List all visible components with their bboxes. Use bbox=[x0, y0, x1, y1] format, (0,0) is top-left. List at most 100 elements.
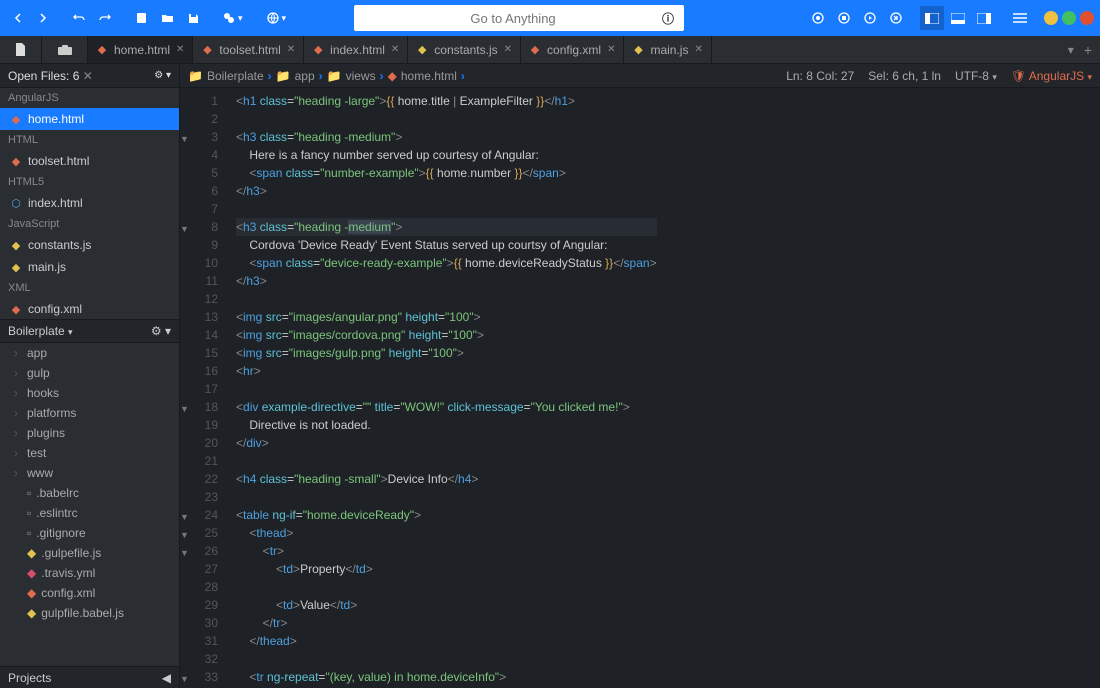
stop-button[interactable] bbox=[832, 6, 856, 30]
code-line[interactable]: Cordova 'Device Ready' Event Status serv… bbox=[236, 236, 657, 254]
back-button[interactable] bbox=[6, 6, 30, 30]
fold-icon[interactable]: ▼ bbox=[180, 670, 189, 688]
project-item-gulp[interactable]: ›gulp bbox=[0, 363, 179, 383]
project-item-.travis.yml[interactable]: ◆.travis.yml bbox=[0, 563, 179, 583]
code-line[interactable]: </tr> bbox=[236, 614, 657, 632]
project-item-www[interactable]: ›www bbox=[0, 463, 179, 483]
code-line[interactable]: <span class="number-example">{{ home.num… bbox=[236, 164, 657, 182]
code-line[interactable]: <table ng-if="home.deviceReady"> bbox=[236, 506, 657, 524]
code-line[interactable] bbox=[236, 200, 657, 218]
code-line[interactable]: <img src="images/gulp.png" height="100"> bbox=[236, 344, 657, 362]
status-language[interactable]: 🛡 AngularJS ▾ bbox=[1011, 69, 1092, 83]
close-icon[interactable]: ✕ bbox=[287, 44, 295, 55]
panel-bottom-button[interactable] bbox=[946, 6, 970, 30]
tab-config.xml[interactable]: ◆config.xml✕ bbox=[521, 36, 624, 63]
tab-toolset.html[interactable]: ◆toolset.html✕ bbox=[193, 36, 304, 63]
close-icon[interactable]: ✕ bbox=[504, 44, 512, 55]
code-line[interactable]: </h3> bbox=[236, 272, 657, 290]
breadcrumb-item[interactable]: 📁 views bbox=[327, 69, 376, 83]
code-line[interactable] bbox=[236, 650, 657, 668]
code-line[interactable]: <div example-directive="" title="WOW!" c… bbox=[236, 398, 657, 416]
panel-left-button[interactable] bbox=[920, 6, 944, 30]
sidebar-item-constants.js[interactable]: ◆constants.js bbox=[0, 234, 179, 256]
code-line[interactable] bbox=[236, 452, 657, 470]
code-line[interactable] bbox=[236, 290, 657, 308]
undo-button[interactable] bbox=[67, 6, 91, 30]
code-line[interactable]: <h3 class="heading -medium"> bbox=[236, 128, 657, 146]
code-line[interactable]: <td>Value</td> bbox=[236, 596, 657, 614]
sidebar-item-config.xml[interactable]: ◆config.xml bbox=[0, 298, 179, 319]
sidebar-pane-file-icon[interactable] bbox=[0, 36, 42, 63]
code-line[interactable] bbox=[236, 380, 657, 398]
project-item-.babelrc[interactable]: ▫.babelrc bbox=[0, 483, 179, 503]
open-file-button[interactable] bbox=[155, 6, 179, 30]
code-line[interactable]: Here is a fancy number served up courtes… bbox=[236, 146, 657, 164]
sidebar-item-toolset.html[interactable]: ◆toolset.html bbox=[0, 150, 179, 172]
sidebar-pane-toolbox-icon[interactable] bbox=[42, 36, 88, 63]
code-line[interactable] bbox=[236, 578, 657, 596]
project-item-gulpfile.babel.js[interactable]: ◆gulpfile.babel.js bbox=[0, 603, 179, 623]
code-line[interactable]: <tr> bbox=[236, 542, 657, 560]
window-maximize[interactable] bbox=[1062, 11, 1076, 25]
redo-button[interactable] bbox=[93, 6, 117, 30]
code-line[interactable]: <img src="images/cordova.png" height="10… bbox=[236, 326, 657, 344]
code-line[interactable]: <tr ng-repeat="(key, value) in home.devi… bbox=[236, 668, 657, 686]
code-line[interactable]: <hr> bbox=[236, 362, 657, 380]
breadcrumb-item[interactable]: 📁 Boilerplate bbox=[188, 69, 264, 83]
chevron-left-icon[interactable]: ◀ bbox=[162, 671, 171, 685]
code-line[interactable]: <span class="device-ready-example">{{ ho… bbox=[236, 254, 657, 272]
close-icon[interactable]: ✕ bbox=[391, 44, 399, 55]
breadcrumb-item[interactable]: 📁 app bbox=[276, 69, 315, 83]
search-input[interactable] bbox=[364, 11, 662, 26]
code-line[interactable]: <h3 class="heading -medium"> bbox=[236, 218, 657, 236]
close-icon[interactable]: ✕ bbox=[83, 69, 93, 83]
play-macro-button[interactable]: ▾ bbox=[217, 6, 249, 30]
code-editor[interactable]: 12▼34567▼891011121314151617▼181920212223… bbox=[180, 88, 1100, 688]
code-line[interactable]: <h1 class="heading -large">{{ home.title… bbox=[236, 92, 657, 110]
tab-main.js[interactable]: ◆main.js✕ bbox=[624, 36, 711, 63]
project-item-platforms[interactable]: ›platforms bbox=[0, 403, 179, 423]
code-line[interactable]: </div> bbox=[236, 434, 657, 452]
code-line[interactable] bbox=[236, 110, 657, 128]
tab-home.html[interactable]: ◆home.html✕ bbox=[88, 36, 193, 63]
close-icon[interactable]: ✕ bbox=[694, 44, 702, 55]
code-line[interactable]: <img src="images/angular.png" height="10… bbox=[236, 308, 657, 326]
save-button[interactable] bbox=[181, 6, 205, 30]
project-item-.eslintrc[interactable]: ▫.eslintrc bbox=[0, 503, 179, 523]
project-item-.gitignore[interactable]: ▫.gitignore bbox=[0, 523, 179, 543]
close-icon[interactable]: ✕ bbox=[176, 44, 184, 55]
code-line[interactable]: Directive is not loaded. bbox=[236, 416, 657, 434]
menu-button[interactable] bbox=[1008, 6, 1032, 30]
forward-button[interactable] bbox=[31, 6, 55, 30]
goto-search[interactable]: ⓘ bbox=[354, 5, 684, 31]
code-line[interactable]: <td>Property</td> bbox=[236, 560, 657, 578]
play-last-button[interactable] bbox=[884, 6, 908, 30]
projects-footer[interactable]: Projects ◀ bbox=[0, 666, 179, 688]
gear-icon[interactable]: ⚙ ▾ bbox=[151, 324, 171, 338]
project-item-app[interactable]: ›app bbox=[0, 343, 179, 363]
code-line[interactable] bbox=[236, 488, 657, 506]
tab-constants.js[interactable]: ◆constants.js✕ bbox=[408, 36, 521, 63]
status-encoding[interactable]: UTF-8 ▾ bbox=[955, 69, 997, 83]
tab-index.html[interactable]: ◆index.html✕ bbox=[304, 36, 408, 63]
project-item-hooks[interactable]: ›hooks bbox=[0, 383, 179, 403]
panel-right-button[interactable] bbox=[972, 6, 996, 30]
sidebar-item-main.js[interactable]: ◆main.js bbox=[0, 256, 179, 278]
open-files-header[interactable]: Open Files: 6 ✕ ⚙ ▾ bbox=[0, 64, 179, 88]
code-line[interactable]: </thead> bbox=[236, 632, 657, 650]
tab-list-button[interactable]: ▾ bbox=[1068, 43, 1074, 57]
code-line[interactable]: <h4 class="heading -small">Device Info</… bbox=[236, 470, 657, 488]
close-icon[interactable]: ✕ bbox=[607, 44, 615, 55]
project-item-.gulpefile.js[interactable]: ◆.gulpefile.js bbox=[0, 543, 179, 563]
record-button[interactable] bbox=[806, 6, 830, 30]
play-button[interactable] bbox=[858, 6, 882, 30]
code-line[interactable]: <thead> bbox=[236, 524, 657, 542]
project-item-test[interactable]: ›test bbox=[0, 443, 179, 463]
window-minimize[interactable] bbox=[1044, 11, 1058, 25]
project-header[interactable]: Boilerplate ▾ ⚙ ▾ bbox=[0, 319, 179, 343]
project-item-config.xml[interactable]: ◆config.xml bbox=[0, 583, 179, 603]
code-line[interactable]: </h3> bbox=[236, 182, 657, 200]
new-file-button[interactable] bbox=[129, 6, 153, 30]
new-tab-button[interactable]: + bbox=[1084, 42, 1092, 58]
window-close[interactable] bbox=[1080, 11, 1094, 25]
